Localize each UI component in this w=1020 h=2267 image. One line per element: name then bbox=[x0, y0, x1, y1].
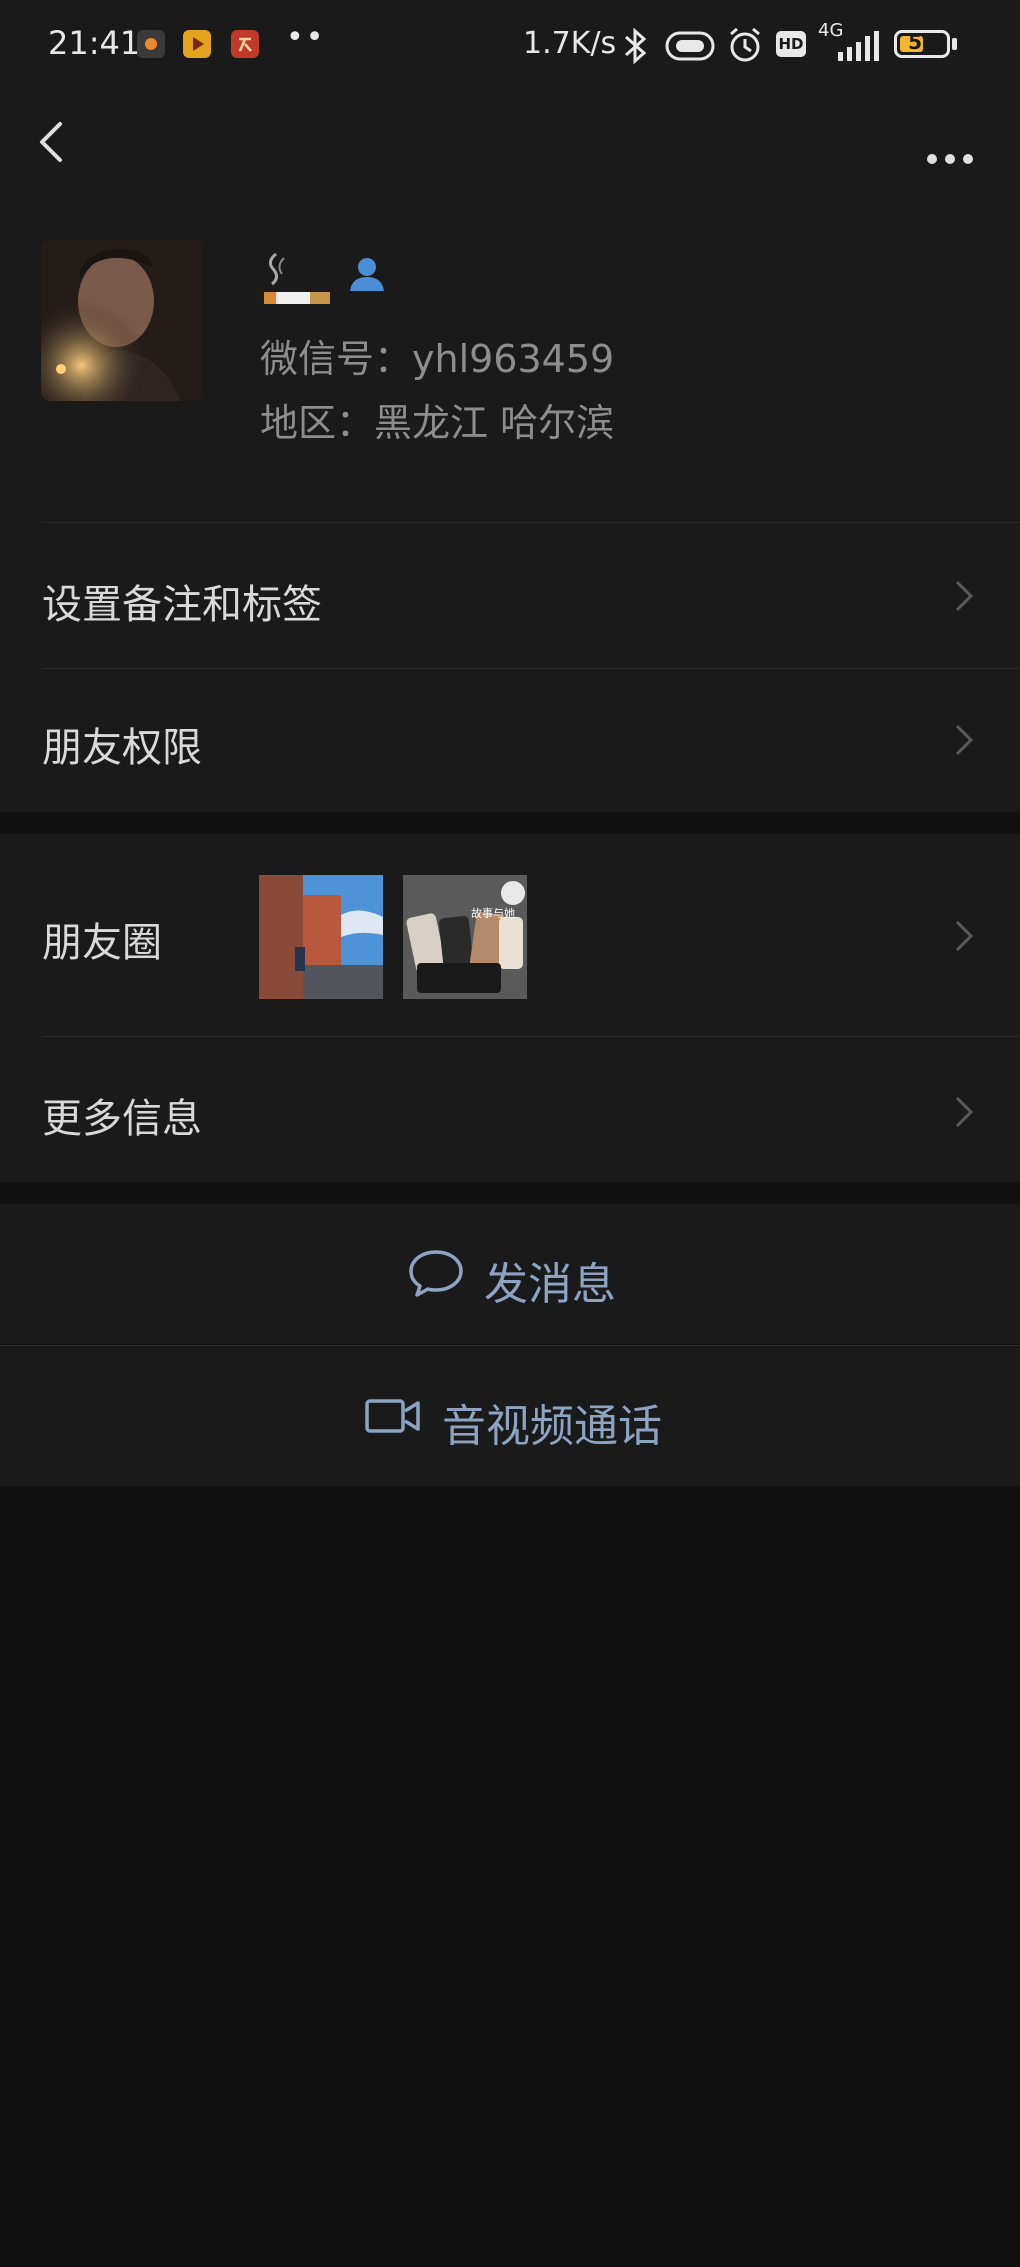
remark-and-tags-label: 设置备注和标签 bbox=[42, 582, 322, 628]
moments-label: 朋友圈 bbox=[42, 920, 162, 966]
chevron-right-icon bbox=[955, 920, 974, 952]
battery-tip bbox=[952, 38, 957, 50]
chat-bubble-icon bbox=[409, 1250, 463, 1297]
chevron-right-icon bbox=[955, 1096, 974, 1128]
more-info-label: 更多信息 bbox=[42, 1096, 202, 1142]
hd-icon: HD bbox=[776, 31, 806, 57]
video-call-button[interactable]: 音视频通话 bbox=[0, 1345, 1020, 1486]
contact-person-icon bbox=[347, 254, 387, 294]
region: 地区：黑龙江 哈尔滨 bbox=[260, 401, 615, 445]
profile-header: 微信号：yhl963459 地区：黑龙江 哈尔滨 bbox=[0, 232, 1020, 522]
back-button[interactable] bbox=[28, 112, 88, 172]
status-time: 21:41 bbox=[48, 24, 141, 62]
friend-permissions-row[interactable]: 朋友权限 bbox=[0, 668, 1020, 812]
more-info-row[interactable]: 更多信息 bbox=[0, 1036, 1020, 1182]
cigarette-emoji-nickname-icon bbox=[262, 250, 332, 312]
video-camera-icon bbox=[365, 1399, 420, 1433]
remark-and-tags-row[interactable]: 设置备注和标签 bbox=[0, 522, 1020, 668]
moments-row[interactable]: 朋友圈 故事与她 bbox=[0, 834, 1020, 1036]
video-call-label: 音视频通话 bbox=[442, 1401, 662, 1452]
divider bbox=[42, 1036, 1020, 1037]
chevron-right-icon bbox=[955, 724, 974, 756]
avatar[interactable] bbox=[41, 239, 203, 401]
signal-icon bbox=[816, 30, 880, 66]
friend-permissions-label: 朋友权限 bbox=[42, 725, 202, 771]
divider bbox=[42, 522, 1020, 523]
divider bbox=[42, 668, 1020, 669]
ellipsis-icon bbox=[927, 154, 973, 164]
navigation-bar bbox=[0, 92, 1020, 232]
chevron-right-icon bbox=[955, 580, 974, 612]
bluetooth-icon bbox=[618, 26, 652, 70]
send-message-label: 发消息 bbox=[484, 1259, 616, 1310]
more-options-button[interactable] bbox=[910, 114, 990, 174]
notification-app-icon-red bbox=[231, 30, 259, 58]
send-message-button[interactable]: 发消息 bbox=[0, 1204, 1020, 1344]
wechat-id: 微信号：yhl963459 bbox=[260, 337, 615, 381]
back-arrow-icon bbox=[40, 122, 62, 162]
moments-thumbnail bbox=[259, 875, 383, 999]
battery-level: 52 bbox=[908, 30, 936, 54]
more-notifications-dots: •• bbox=[286, 20, 326, 55]
network-speed: 1.7K/s bbox=[523, 26, 617, 61]
moments-thumbnail-caption: 故事与她 bbox=[471, 906, 515, 920]
alarm-icon bbox=[726, 26, 764, 68]
moments-thumbnail: 故事与她 bbox=[403, 875, 527, 999]
battery-icon: 52 bbox=[894, 30, 950, 58]
notification-video-icon bbox=[183, 30, 211, 58]
vibrate-icon bbox=[664, 30, 716, 66]
divider bbox=[0, 1345, 1020, 1346]
notification-app-icon bbox=[137, 30, 165, 58]
status-bar: 21:41 •• 1.7K/s HD 4G 52 bbox=[0, 0, 1020, 92]
